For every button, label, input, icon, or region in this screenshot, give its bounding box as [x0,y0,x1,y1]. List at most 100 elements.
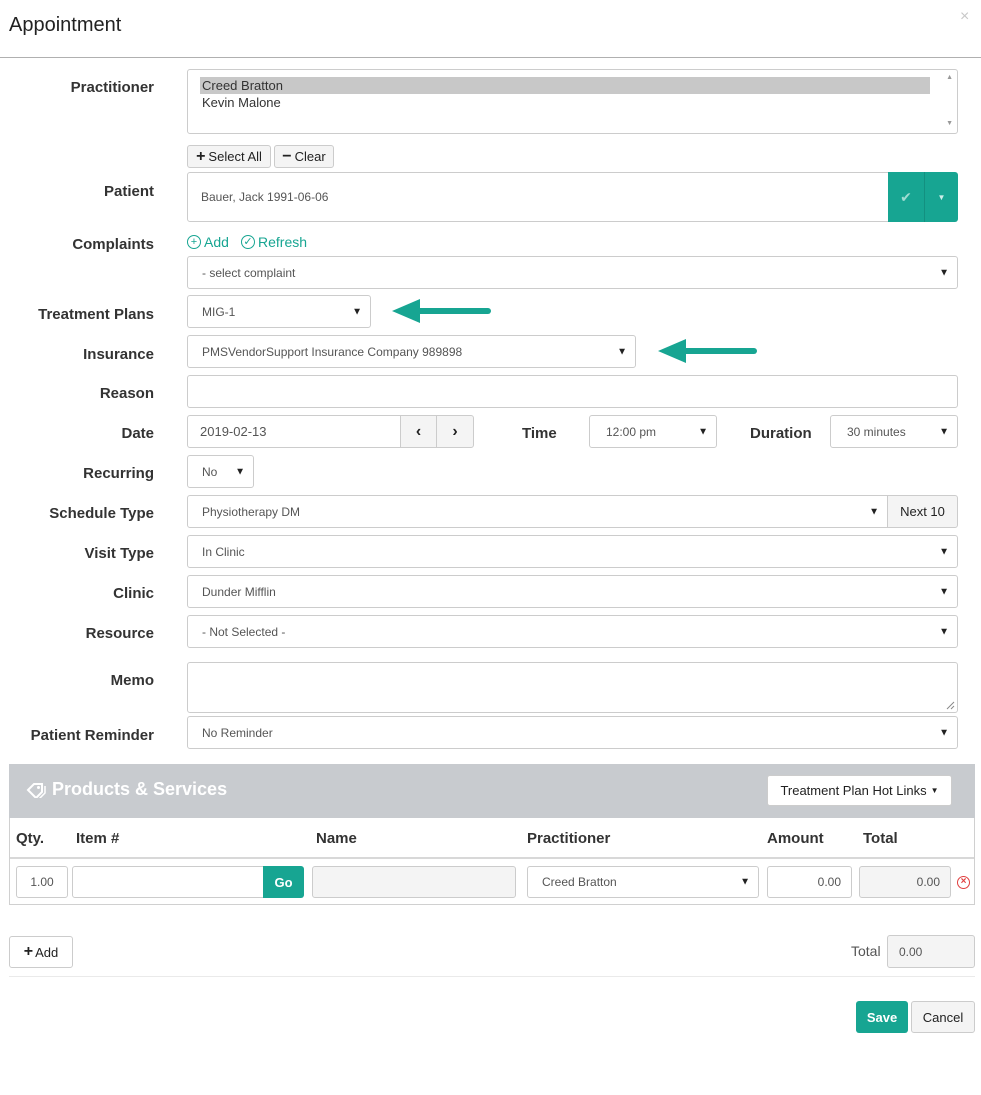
save-button[interactable]: Save [856,1001,908,1033]
insurance-label: Insurance [83,346,154,363]
hot-links-button[interactable]: Treatment Plan Hot Links ▼ [767,775,952,806]
complaints-add-label: Add [204,234,229,250]
reason-label: Reason [99,385,154,402]
scroll-down-icon[interactable]: ▼ [946,120,953,127]
complaints-refresh-link[interactable]: ✓ Refresh [241,234,307,250]
patient-input[interactable]: Bauer, Jack 1991-06-06 [187,172,889,222]
patient-reminder-label: Patient Reminder [30,727,154,744]
clinic-value: Dunder Mifflin [202,584,276,599]
minus-icon: − [282,147,292,165]
check-circle-icon: ✓ [241,235,255,249]
tags-icon [26,782,46,798]
dialog-title: Appointment [9,14,122,36]
duration-select[interactable]: 30 minutes ▼ [830,415,958,448]
memo-textarea[interactable] [187,662,958,713]
time-label: Time [522,425,557,442]
reason-input[interactable] [187,375,958,408]
select-all-label: Select All [208,149,262,164]
clear-button[interactable]: − Clear [274,145,334,168]
treatment-plans-label: Treatment Plans [38,306,154,323]
treatment-plans-select[interactable]: MIG-1 ▼ [187,295,371,328]
clear-label: Clear [294,149,326,164]
products-title-text: Products & Services [52,779,228,799]
complaint-select[interactable]: - select complaint ▼ [187,256,958,289]
plus-circle-icon: + [187,235,201,249]
amount-value: 0.00 [817,875,841,889]
qty-input[interactable]: 1.00 [16,866,68,898]
insurance-value: PMSVendorSupport Insurance Company 98989… [202,344,463,359]
caret-down-icon: ▼ [937,192,946,202]
row-practitioner-value: Creed Bratton [542,875,617,889]
select-all-button[interactable]: + Select All [187,145,271,168]
arrow-annotation-icon [658,339,757,363]
patient-confirm-button[interactable]: ✔ [888,172,925,222]
table-header-divider [10,857,974,859]
remove-row-icon[interactable]: × [957,876,970,889]
clinic-select[interactable]: Dunder Mifflin ▼ [187,575,958,608]
date-input[interactable]: 2019-02-13 [187,415,401,448]
col-header-name: Name [316,830,357,847]
total-field: 0.00 [859,866,951,898]
amount-input[interactable]: 0.00 [767,866,852,898]
resource-label: Resource [85,625,154,642]
treatment-plans-value: MIG-1 [202,304,236,319]
footer-divider [9,976,975,977]
patient-reminder-select[interactable]: No Reminder ▼ [187,716,958,749]
visit-type-select[interactable]: In Clinic ▼ [187,535,958,568]
recurring-value: No [202,464,218,479]
recurring-select[interactable]: No ▼ [187,455,254,488]
row-practitioner-select[interactable]: Creed Bratton ▼ [527,866,759,898]
close-icon[interactable]: × [960,8,969,26]
schedule-type-select[interactable]: Physiotherapy DM ▼ [187,495,888,528]
time-select[interactable]: 12:00 pm ▼ [589,415,717,448]
caret-down-icon: ▼ [617,346,627,357]
recurring-label: Recurring [83,465,154,482]
caret-down-icon: ▼ [698,426,708,437]
date-value: 2019-02-13 [200,424,267,439]
grand-total-label: Total [851,943,881,959]
date-next-button[interactable]: › [436,415,474,448]
grand-total-value: 0.00 [899,944,923,959]
practitioner-label: Practitioner [70,79,154,96]
caret-down-icon: ▼ [869,506,879,517]
name-field [312,866,516,898]
col-header-amount: Amount [767,830,824,847]
insurance-select[interactable]: PMSVendorSupport Insurance Company 98989… [187,335,636,368]
item-number-input[interactable] [72,866,264,898]
check-icon: ✔ [900,188,912,205]
header-divider [0,57,981,58]
scroll-up-icon[interactable]: ▲ [946,74,953,81]
patient-dropdown-button[interactable]: ▼ [925,172,958,222]
products-title: Products & Services [26,779,227,800]
caret-down-icon: ▼ [235,466,245,477]
patient-value: Bauer, Jack 1991-06-06 [201,190,329,204]
complaints-add-link[interactable]: + Add [187,234,229,250]
col-header-practitioner: Practitioner [527,830,611,847]
col-header-qty: Qty. [16,830,45,847]
caret-down-icon: ▼ [939,626,949,637]
qty-value: 1.00 [30,875,54,889]
chevron-right-icon: › [452,422,458,440]
arrow-annotation-icon [392,299,491,323]
practitioner-option-creed[interactable]: Creed Bratton [200,77,930,94]
complaints-refresh-label: Refresh [258,234,308,250]
col-header-total: Total [863,830,898,847]
go-button[interactable]: Go [263,866,304,898]
time-value: 12:00 pm [606,424,657,439]
duration-value: 30 minutes [847,424,906,439]
practitioner-listbox[interactable]: Creed Bratton Kevin Malone ▲ ▼ [187,69,958,134]
resize-handle-icon[interactable] [945,700,955,710]
date-prev-button[interactable]: ‹ [400,415,437,448]
caret-down-icon: ▼ [939,727,949,738]
grand-total-field: 0.00 [887,935,975,968]
cancel-button[interactable]: Cancel [911,1001,975,1033]
resource-select[interactable]: - Not Selected - ▼ [187,615,958,648]
schedule-type-value: Physiotherapy DM [202,504,301,519]
resource-value: - Not Selected - [202,624,286,639]
patient-reminder-value: No Reminder [202,725,273,740]
add-row-button[interactable]: + Add [9,936,73,968]
total-value: 0.00 [916,875,940,889]
practitioner-option-kevin[interactable]: Kevin Malone [200,94,930,111]
patient-label: Patient [103,183,154,200]
next-10-button[interactable]: Next 10 [887,495,958,528]
